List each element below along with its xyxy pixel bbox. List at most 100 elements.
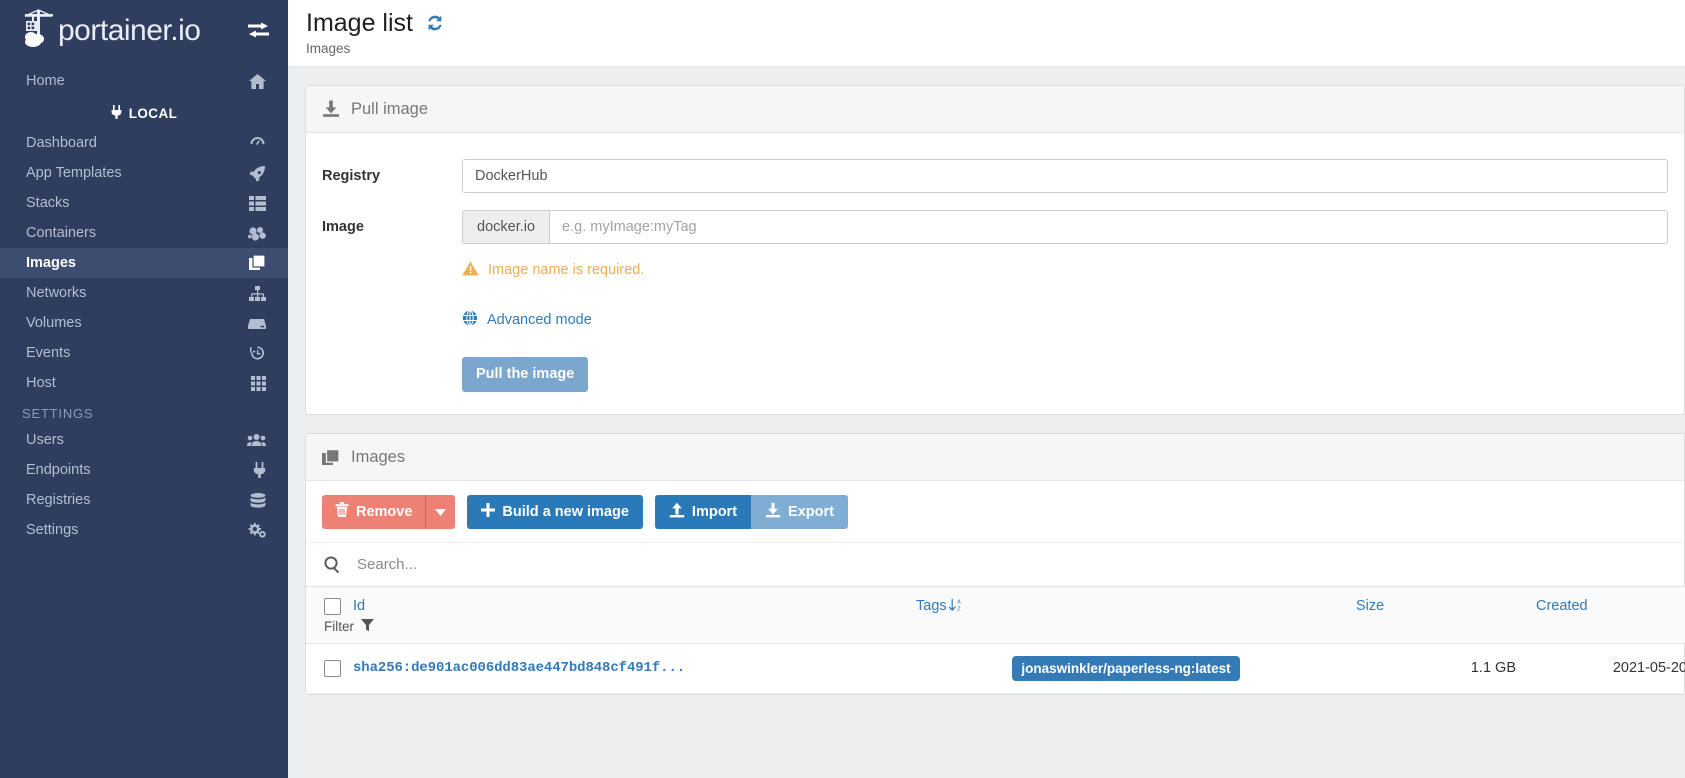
- pull-image-button[interactable]: Pull the image: [462, 356, 589, 392]
- advanced-mode-toggle[interactable]: Advanced mode: [462, 310, 1668, 330]
- search-row: [306, 543, 1684, 587]
- sidebar-item-label: Volumes: [26, 315, 82, 331]
- table-row[interactable]: sha256:de901ac006dd83ae447bd848cf491f...…: [306, 643, 1685, 694]
- dashboard-icon: [240, 135, 266, 152]
- svg-text:Z: Z: [957, 606, 961, 611]
- build-new-image-button[interactable]: Build a new image: [467, 494, 643, 529]
- image-id-link[interactable]: sha256:de901ac006dd83ae447bd848cf491f...: [353, 660, 685, 676]
- registry-label: Registry: [322, 167, 381, 184]
- column-header-id-label: Id: [353, 598, 366, 615]
- content-area: Pull image Registry DockerHub Image dock…: [288, 67, 1685, 778]
- row-select-checkbox[interactable]: [324, 659, 341, 677]
- breadcrumb: Images: [306, 40, 351, 56]
- endpoint-name: LOCAL: [128, 105, 178, 121]
- image-tag-badge[interactable]: jonaswinkler/paperless-ng:latest: [1012, 655, 1240, 681]
- export-button[interactable]: Export: [751, 494, 848, 529]
- remove-button-group: Remove: [322, 494, 456, 529]
- registry-row: Registry DockerHub: [322, 158, 1668, 193]
- column-header-tags-label: Tags: [916, 597, 947, 614]
- sidebar-item-label: Stacks: [26, 195, 70, 211]
- column-header-tags[interactable]: Tags AZ: [906, 586, 1346, 644]
- sidebar-item-volumes[interactable]: Volumes: [0, 308, 288, 338]
- sidebar-item-images[interactable]: Images: [0, 248, 288, 278]
- sidebar-item-label: Networks: [26, 285, 87, 301]
- sidebar-item-app-templates[interactable]: App Templates: [0, 158, 288, 188]
- pull-image-panel-title: Pull image: [351, 99, 429, 118]
- sidebar-item-users[interactable]: Users: [0, 425, 288, 455]
- remove-button[interactable]: Remove: [322, 494, 426, 529]
- sort-alpha-asc-icon: AZ: [948, 598, 963, 612]
- sidebar-item-home[interactable]: Home: [0, 66, 288, 96]
- pull-image-form: Registry DockerHub Image docker.io e.g. …: [306, 133, 1684, 414]
- rocket-icon: [240, 165, 266, 182]
- users-icon: [240, 433, 266, 447]
- column-header-size[interactable]: Size: [1346, 586, 1526, 644]
- import-button[interactable]: Import: [654, 494, 752, 529]
- import-export-group: Import Export: [654, 494, 848, 529]
- funnel-icon: [361, 618, 374, 635]
- sidebar-item-label: Home: [26, 73, 65, 89]
- images-icon: [322, 448, 340, 466]
- sidebar-item-dashboard[interactable]: Dashboard: [0, 128, 288, 158]
- crane-container-icon: [22, 8, 58, 54]
- column-header-created-label: Created: [1536, 597, 1588, 614]
- sidebar-item-stacks[interactable]: Stacks: [0, 188, 288, 218]
- registry-select[interactable]: DockerHub: [462, 158, 1668, 193]
- image-registry-prefix: docker.io: [462, 209, 550, 244]
- image-input-group: docker.io e.g. myImage:myTag: [462, 209, 1668, 244]
- collapse-sidebar-icon[interactable]: [248, 22, 270, 40]
- hdd-icon: [240, 317, 266, 330]
- warning-triangle-icon: [462, 261, 479, 280]
- images-table: Id Filter Tags A Z Size Created sha256:d…: [306, 586, 1685, 694]
- images-panel-title: Images: [351, 447, 406, 466]
- database-icon: [240, 492, 266, 508]
- sidebar-item-label: Containers: [26, 225, 97, 241]
- validation-text: Image name is required.: [488, 262, 645, 279]
- list-icon: [240, 195, 266, 211]
- sidebar-item-networks[interactable]: Networks: [0, 278, 288, 308]
- pull-image-panel: Pull image Registry DockerHub Image dock…: [305, 84, 1685, 415]
- globe-icon: [462, 310, 478, 330]
- registry-value: DockerHub: [475, 167, 548, 184]
- plus-icon: [481, 502, 496, 521]
- sidebar-item-host[interactable]: Host: [0, 368, 288, 398]
- sidebar-item-registries[interactable]: Registries: [0, 485, 288, 515]
- import-button-label: Import: [691, 503, 738, 520]
- sitemap-icon: [240, 285, 266, 301]
- sidebar-item-label: Registries: [26, 492, 91, 508]
- main-content: Image list Images Pull image Registry Do…: [288, 0, 1685, 778]
- sidebar-item-label: Settings: [26, 522, 79, 538]
- download-icon: [322, 100, 340, 118]
- sidebar-item-settings[interactable]: Settings: [0, 515, 288, 545]
- image-name-field[interactable]: e.g. myImage:myTag: [549, 209, 1668, 244]
- sidebar-item-endpoints[interactable]: Endpoints: [0, 455, 288, 485]
- sidebar-item-label: Dashboard: [26, 135, 97, 151]
- remove-dropdown-toggle[interactable]: [425, 494, 456, 529]
- cell-id: sha256:de901ac006dd83ae447bd848cf491f...: [306, 643, 906, 694]
- sidebar-section-settings: SETTINGS: [22, 406, 94, 421]
- containers-icon: [240, 226, 266, 241]
- home-icon: [240, 73, 266, 89]
- column-header-id[interactable]: Id Filter: [306, 586, 906, 644]
- page-title: Image list: [306, 9, 1685, 38]
- plug-icon: [240, 462, 266, 478]
- refresh-icon[interactable]: [424, 12, 446, 34]
- sidebar-item-containers[interactable]: Containers: [0, 218, 288, 248]
- page-title-text: Image list: [306, 9, 413, 37]
- image-label: Image: [322, 218, 364, 235]
- cell-created: 2021-05-20: [1526, 643, 1685, 694]
- search-input[interactable]: [355, 554, 1668, 574]
- select-all-checkbox[interactable]: [324, 597, 341, 615]
- sidebar-item-label: App Templates: [26, 165, 122, 181]
- brand-logo[interactable]: portainer.io: [0, 0, 288, 62]
- caret-down-icon: [435, 504, 447, 520]
- plug-icon: [111, 104, 122, 122]
- filter-control[interactable]: Filter: [324, 618, 896, 635]
- column-header-created[interactable]: Created: [1526, 586, 1685, 644]
- sidebar-item-label: Events: [26, 345, 71, 361]
- pull-image-panel-header: Pull image: [306, 85, 1684, 133]
- table-header-row: Id Filter Tags A Z Size Created: [306, 586, 1685, 644]
- sidebar-item-label: Users: [26, 432, 64, 448]
- sidebar-item-events[interactable]: Events: [0, 338, 288, 368]
- cell-size: 1.1 GB: [1346, 643, 1526, 694]
